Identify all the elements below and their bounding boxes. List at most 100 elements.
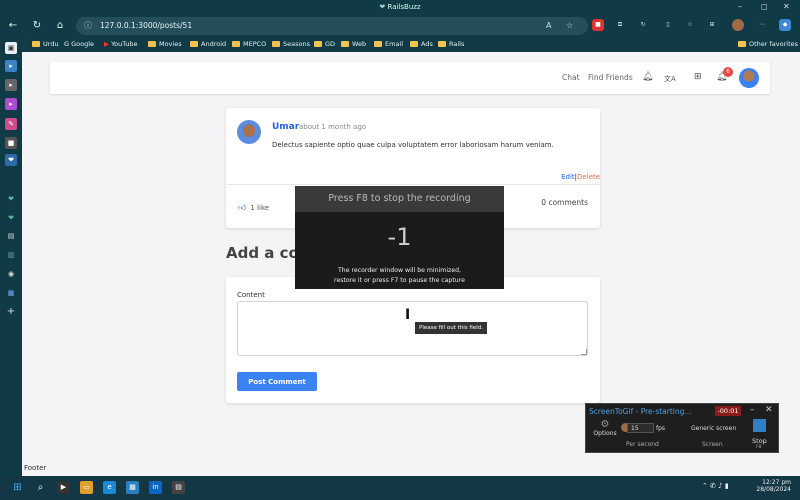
tab-actions-icon[interactable]: ▣ xyxy=(5,42,17,54)
close-icon[interactable]: ✕ xyxy=(765,405,773,415)
address-bar[interactable]: ⓘ 127.0.0.1:3000/posts/51 A ☆ xyxy=(76,17,588,35)
search-icon[interactable]: ⌕ xyxy=(34,481,47,494)
recorder-overlay: Press F8 to stop the recording -1 The re… xyxy=(295,186,504,289)
copilot-icon[interactable]: ◆ xyxy=(779,19,791,31)
youtube-icon: ▶ xyxy=(104,40,109,48)
window-titlebar: ❤ RailsBuzz – ◻ ✕ xyxy=(0,0,800,14)
app-icon[interactable]: ▦ xyxy=(126,481,139,494)
system-tray[interactable]: ⌃ ✆ ♪ ▮ xyxy=(702,482,729,490)
comments-count[interactable]: 0 comments xyxy=(541,198,588,207)
minimize-icon[interactable]: – xyxy=(750,405,755,415)
file-explorer-icon[interactable]: ▭ xyxy=(80,481,93,494)
fps-input[interactable]: 15 xyxy=(627,423,654,433)
folder-icon xyxy=(314,41,322,47)
bookmark-email[interactable]: Email xyxy=(374,40,403,48)
heart-icon[interactable]: ❤ xyxy=(5,193,17,205)
post-actions: Edit|Delete xyxy=(561,173,600,181)
generic-screen-label: Generic screen xyxy=(691,425,737,432)
screen-dropdown[interactable]: Screen xyxy=(702,441,723,448)
sidebar-app-icon[interactable]: ✎ xyxy=(5,118,17,130)
bookmark-ads[interactable]: Ads xyxy=(410,40,433,48)
terminal-icon[interactable]: ▶ xyxy=(57,481,70,494)
resize-handle[interactable] xyxy=(581,349,587,355)
bookmark-gd[interactable]: GD xyxy=(314,40,335,48)
bookmark-mepco[interactable]: MEPCO xyxy=(232,40,266,48)
favorites-icon[interactable]: ☆ xyxy=(684,19,696,31)
linkedin-icon[interactable]: in xyxy=(149,481,162,494)
post-body: Delectus sapiente optio quae culpa volup… xyxy=(272,141,554,149)
adblock-extension-icon[interactable]: ■ xyxy=(592,19,604,31)
read-aloud-icon[interactable]: A xyxy=(546,17,551,35)
sidebar-app-icon[interactable]: ▤ xyxy=(5,230,17,242)
validation-tooltip: Please fill out this field. xyxy=(415,322,488,334)
author-avatar[interactable] xyxy=(237,120,261,144)
maximize-button[interactable]: ◻ xyxy=(761,2,768,11)
sidebar-app-icon[interactable]: ▥ xyxy=(5,249,17,261)
content-textarea[interactable] xyxy=(237,301,588,356)
sidebar-app-icon[interactable]: ◉ xyxy=(5,268,17,280)
add-friend-icon[interactable]: ⊞ xyxy=(694,72,702,82)
sidebar-app-icon[interactable]: ❤ xyxy=(5,154,17,166)
gear-icon: ⚙ xyxy=(600,419,610,430)
footer: Footer xyxy=(24,464,47,472)
bookmark-youtube[interactable]: ▶ YouTube xyxy=(104,40,138,48)
windows-start-icon[interactable]: ⊞ xyxy=(11,481,24,494)
sidebar-app-icon[interactable]: ■ xyxy=(5,137,17,149)
bookmark-google[interactable]: G Google xyxy=(64,40,94,48)
add-icon[interactable]: + xyxy=(5,306,17,318)
edit-link[interactable]: Edit xyxy=(561,173,575,181)
more-menu-icon[interactable]: ⋯ xyxy=(756,19,768,31)
refresh-extension-icon[interactable]: ↻ xyxy=(637,19,649,31)
heart-icon[interactable]: ❤ xyxy=(5,212,17,224)
back-icon[interactable]: ← xyxy=(7,20,19,31)
home-icon[interactable]: ⌂ xyxy=(54,20,66,31)
options-label: Options xyxy=(593,430,617,437)
profile-avatar-icon[interactable] xyxy=(732,19,744,31)
bookmark-rails[interactable]: Rails xyxy=(438,40,464,48)
stop-button[interactable]: Stop xyxy=(752,437,767,445)
nav-chat-link[interactable]: Chat xyxy=(562,73,580,82)
split-screen-icon[interactable]: ▯ xyxy=(662,19,674,31)
recorder-hint: restore it or press F7 to pause the capt… xyxy=(334,277,465,284)
bookmark-android[interactable]: Android xyxy=(190,40,226,48)
post-comment-button[interactable]: Post Comment xyxy=(237,372,317,391)
window-title: ❤ RailsBuzz xyxy=(379,3,421,11)
author-name-link[interactable]: Umar xyxy=(272,122,299,132)
edge-browser-icon[interactable]: e xyxy=(103,481,116,494)
sidebar-app-icon[interactable]: ▦ xyxy=(5,287,17,299)
delete-link[interactable]: Delete xyxy=(577,173,600,181)
post-timestamp: about 1 month ago xyxy=(299,123,367,131)
user-avatar[interactable] xyxy=(739,68,759,88)
bookmark-movies[interactable]: Movies xyxy=(148,40,182,48)
screentogif-title: ScreenToGif - Pre-starting... xyxy=(589,407,692,416)
bell-icon[interactable]: 🔔︎ xyxy=(642,72,653,82)
screentogif-taskbar-icon[interactable]: ▤ xyxy=(172,481,185,494)
nav-find-friends-link[interactable]: Find Friends xyxy=(588,73,633,82)
stop-icon[interactable] xyxy=(753,419,766,432)
per-second-dropdown[interactable]: Per second xyxy=(626,441,659,448)
fps-label: fps xyxy=(656,425,666,432)
site-info-icon[interactable]: ⓘ xyxy=(84,17,92,35)
text-cursor-icon: I xyxy=(405,307,411,323)
close-window-button[interactable]: ✕ xyxy=(783,2,790,11)
comment-form: Content Post Comment xyxy=(226,277,600,403)
options-button[interactable]: ⚙ Options xyxy=(590,419,620,452)
refresh-icon[interactable]: ↻ xyxy=(31,20,43,31)
clock-time: 12:27 pm xyxy=(762,479,791,486)
minimize-button[interactable]: – xyxy=(738,2,742,11)
favorite-star-icon[interactable]: ☆ xyxy=(566,17,573,35)
translate-icon[interactable]: 文A xyxy=(664,74,676,84)
sidebar-app-icon[interactable]: ▸ xyxy=(5,60,17,72)
sidebar-app-icon[interactable]: ▸ xyxy=(5,79,17,91)
like-button[interactable]: 👍︎ 1 like xyxy=(238,203,269,213)
bookmark-seasons[interactable]: Seasons xyxy=(272,40,310,48)
bookmark-web[interactable]: Web xyxy=(341,40,366,48)
extensions-icon[interactable]: ⧉ xyxy=(614,19,626,31)
system-clock[interactable]: 12:27 pm 28/08/2024 xyxy=(745,479,791,493)
collections-icon[interactable]: ⊞ xyxy=(706,19,718,31)
sidebar-app-icon[interactable]: ▸ xyxy=(5,98,17,110)
bookmark-urdu[interactable]: Urdu xyxy=(32,40,59,48)
windows-taskbar: ⊞ ⌕ ▶ ▭ e ▦ in ▤ ⌃ ✆ ♪ ▮ 12:27 pm 28/08/… xyxy=(0,476,800,500)
bookmark-other-favorites[interactable]: Other favorites xyxy=(738,40,798,48)
screentogif-window: ScreenToGif - Pre-starting... -00:01 – ✕… xyxy=(585,403,779,453)
